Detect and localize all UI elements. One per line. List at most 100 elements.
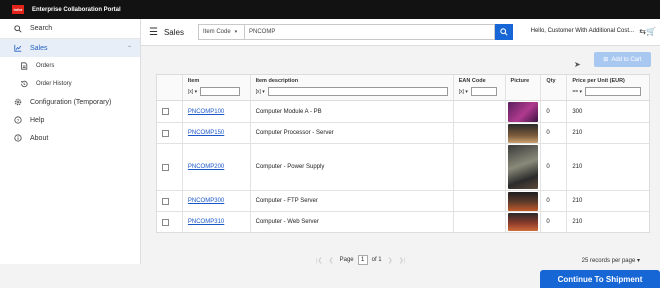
table-header: Item [x] ▾ Item description [x] ▾ EAN Co… <box>157 75 649 101</box>
column-label: Picture <box>510 78 530 84</box>
price-value: 210 <box>572 219 583 225</box>
select-column-header <box>157 75 183 100</box>
chevron-up-icon: ⌃ <box>126 45 132 52</box>
row-checkbox[interactable] <box>162 218 169 226</box>
product-image[interactable] <box>507 191 538 211</box>
cart-icon[interactable]: 🛒 <box>646 27 656 36</box>
sidebar-item-configuration[interactable]: Configuration (Temporary) <box>0 93 140 111</box>
search-button[interactable] <box>494 23 513 40</box>
records-per-page-select[interactable]: 25 records per page ▾ <box>582 257 640 264</box>
continue-to-shipment-button[interactable]: Continue To Shipment <box>540 270 660 288</box>
search-input[interactable]: PNCOMP <box>245 25 494 39</box>
sidebar-item-label: Orders <box>36 63 55 69</box>
item-link[interactable]: PNCOMP150 <box>188 130 224 136</box>
sidebar-item-orders[interactable]: Orders <box>0 57 140 75</box>
row-checkbox[interactable] <box>162 108 169 115</box>
filter-operator[interactable]: [x] ▾ <box>256 89 265 95</box>
product-image[interactable] <box>507 145 538 189</box>
filter-input-item[interactable] <box>200 87 241 96</box>
app-title: Enterprise Collaboration Portal <box>32 6 121 13</box>
history-icon <box>21 80 28 88</box>
column-header-picture: Picture <box>506 75 542 100</box>
caret-down-icon: ▾ <box>234 29 238 35</box>
qty-value[interactable]: 0 <box>546 109 549 115</box>
qty-value[interactable]: 0 <box>546 219 549 225</box>
sidebar-item-label: Order History <box>36 81 72 87</box>
page-label: Page <box>339 257 354 263</box>
sidebar-item-help[interactable]: ? Help <box>0 111 140 129</box>
item-description: Computer - Web Server <box>255 219 319 225</box>
page-number-input[interactable]: 1 <box>357 255 368 265</box>
sidebar-item-label: Help <box>30 116 45 124</box>
filter-input-ean[interactable] <box>470 87 497 96</box>
filter-operator[interactable]: [x] ▾ <box>459 89 468 95</box>
row-checkbox[interactable] <box>162 163 169 171</box>
column-header-qty: Qty <box>541 75 568 100</box>
app-logo[interactable]: infor <box>12 5 24 14</box>
qty-value[interactable]: 0 <box>546 164 549 170</box>
first-page-icon[interactable]: |❮ <box>316 257 323 264</box>
price-value: 210 <box>572 164 583 170</box>
item-link[interactable]: PNCOMP310 <box>188 219 224 225</box>
chart-icon <box>14 44 22 52</box>
page-title: Sales <box>163 27 184 37</box>
svg-text:?: ? <box>17 118 20 124</box>
column-header-description: Item description [x] ▾ <box>251 75 454 100</box>
table-row[interactable]: PNCOMP300 Computer - FTP Server 0 210 <box>157 191 649 212</box>
item-link[interactable]: PNCOMP100 <box>188 109 224 115</box>
page-count: of 1 <box>371 257 382 263</box>
product-image[interactable] <box>507 101 538 122</box>
column-label: EAN Code <box>458 78 486 84</box>
sidebar-item-label: Configuration (Temporary) <box>30 98 112 106</box>
filter-operator[interactable]: [x] ▾ <box>188 89 197 95</box>
row-checkbox[interactable] <box>162 197 169 205</box>
column-label: Item <box>187 78 200 84</box>
price-value: 210 <box>572 198 583 204</box>
prev-page-icon[interactable]: ❮ <box>329 257 334 264</box>
sidebar-item-label: Sales <box>30 44 48 52</box>
column-header-price: Price per Unit (EUR) == ▾ <box>567 75 649 100</box>
next-page-icon[interactable]: ❯ <box>388 257 393 264</box>
cart-plus-icon: ⊞ <box>603 57 609 63</box>
qty-value[interactable]: 0 <box>546 198 549 204</box>
info-icon <box>14 134 22 142</box>
add-to-cart-button[interactable]: ⊞ Add to Cart <box>594 52 651 67</box>
search-icon <box>14 24 22 33</box>
sidebar-item-about[interactable]: About <box>0 129 140 147</box>
add-to-cart-label: Add to Cart <box>611 56 642 63</box>
sidebar-item-sales[interactable]: Sales ⌃ <box>0 39 140 57</box>
page-header: ☰ Sales Item Code ▾ PNCOMP Hello, Custom… <box>141 19 660 46</box>
item-link[interactable]: PNCOMP300 <box>188 198 224 204</box>
column-label: Item description <box>255 78 299 84</box>
search-field-select[interactable]: Item Code ▾ <box>199 25 245 39</box>
last-page-icon[interactable]: ❯| <box>399 257 406 264</box>
filter-operator[interactable]: == ▾ <box>572 89 582 95</box>
search-icon <box>500 27 508 36</box>
mouse-pointer-icon: ➤ <box>574 60 581 69</box>
switch-account-icon[interactable]: ⇆ <box>639 27 646 36</box>
row-checkbox[interactable] <box>162 129 169 137</box>
user-greeting[interactable]: Hello, Customer With Additional Cost... <box>531 28 634 34</box>
table-row[interactable]: PNCOMP100 Computer Module A - PB 0 300 <box>157 101 649 123</box>
product-image[interactable] <box>507 213 538 231</box>
filter-input-description[interactable] <box>267 87 448 96</box>
item-description: Computer Module A - PB <box>255 108 322 115</box>
sidebar-item-order-history[interactable]: Order History <box>0 75 140 93</box>
qty-value[interactable]: 0 <box>546 130 549 136</box>
document-icon <box>21 62 28 70</box>
table-row[interactable]: PNCOMP200 Computer - Power Supply 0 210 <box>157 144 649 191</box>
product-table: Item [x] ▾ Item description [x] ▾ EAN Co… <box>156 74 650 233</box>
item-link[interactable]: PNCOMP200 <box>188 164 224 170</box>
gear-icon <box>14 98 22 106</box>
table-row[interactable]: PNCOMP310 Computer - Web Server 0 210 <box>157 212 649 232</box>
column-label: Price per Unit (EUR) <box>572 78 625 84</box>
product-image[interactable] <box>507 123 538 143</box>
item-description: Computer - FTP Server <box>255 198 318 204</box>
hamburger-menu-icon[interactable]: ☰ <box>149 27 158 38</box>
item-description: Computer Processor - Server <box>255 130 334 136</box>
filter-input-price[interactable] <box>585 87 642 96</box>
sidebar-search[interactable]: Search <box>0 19 140 39</box>
app-topbar: infor Enterprise Collaboration Portal <box>0 0 660 19</box>
table-row[interactable]: PNCOMP150 Computer Processor - Server 0 … <box>157 123 649 144</box>
column-header-item: Item [x] ▾ <box>183 75 251 100</box>
